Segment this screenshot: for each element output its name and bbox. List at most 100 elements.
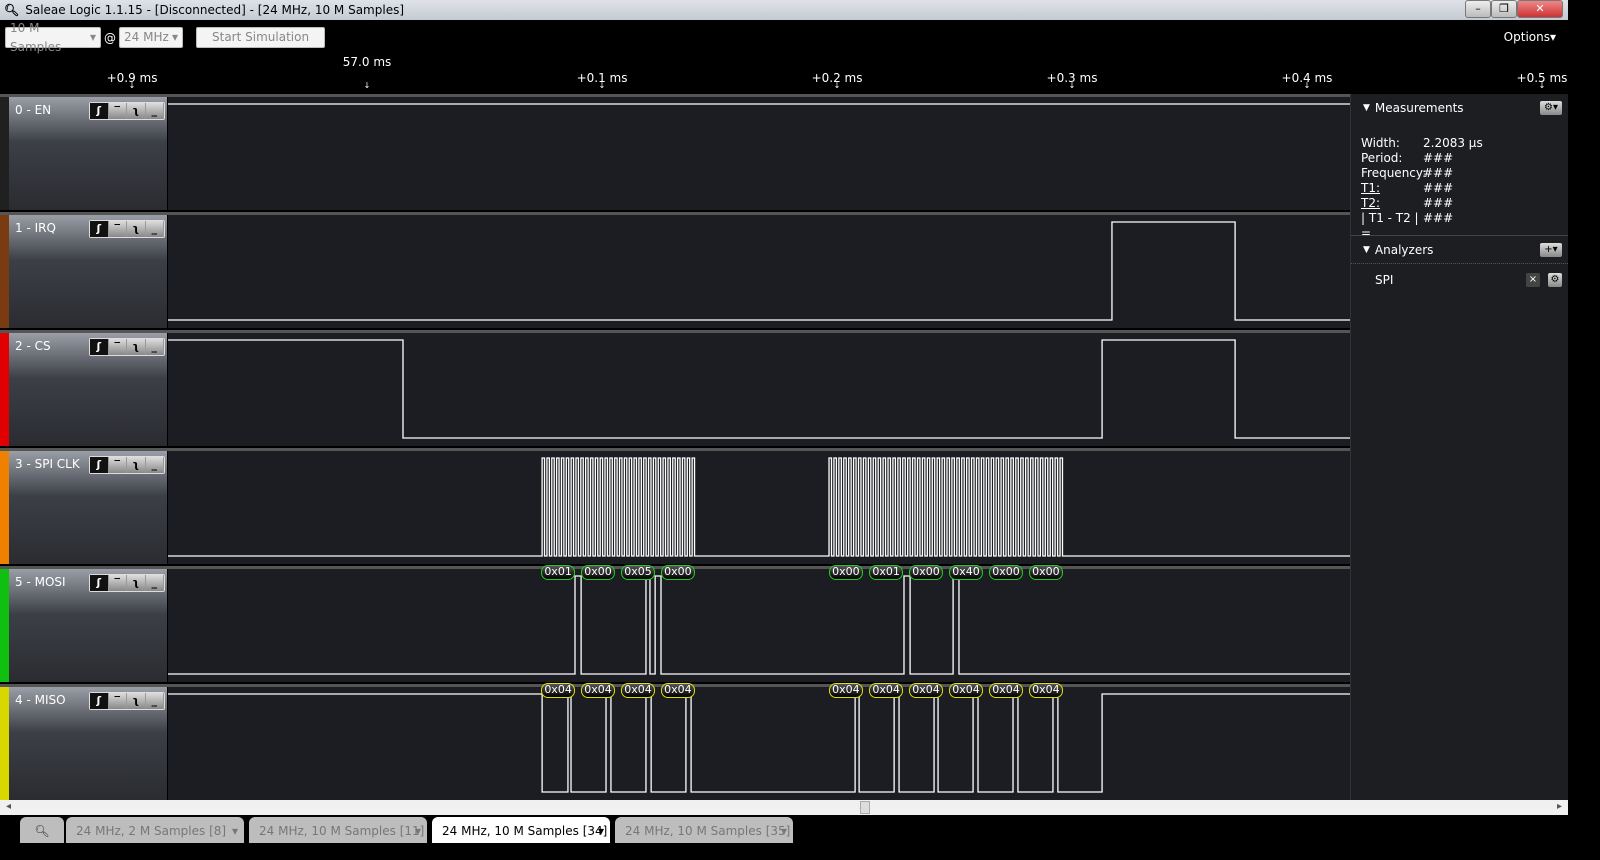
search-tab[interactable]: 🔍︎	[20, 817, 64, 843]
channel-header[interactable]: 0 - EN ʃ ‾ ʅ _	[0, 97, 168, 210]
trigger-low-icon[interactable]: _	[145, 575, 164, 591]
trigger-rising-edge-icon[interactable]: ʃ	[90, 339, 109, 355]
channel-header[interactable]: 5 - MOSI ʃ ‾ ʅ _	[0, 569, 168, 682]
channel-name: 2 - CS	[15, 339, 51, 353]
trigger-rising-edge-icon[interactable]: ʃ	[90, 457, 109, 473]
trigger-low-icon[interactable]: _	[145, 221, 164, 237]
signal-trace	[168, 339, 1350, 439]
capture-tab[interactable]: 24 MHz, 10 M Samples [35] ▾	[615, 817, 793, 843]
channel-header[interactable]: 4 - MISO ʃ ‾ ʅ _	[0, 687, 168, 800]
trigger-falling-edge-icon[interactable]: ʅ	[127, 457, 146, 473]
chevron-down-icon[interactable]: ▾	[781, 824, 787, 838]
analyzers-header[interactable]: ▼ Analyzers +▾	[1351, 236, 1568, 264]
trigger-falling-edge-icon[interactable]: ʅ	[127, 221, 146, 237]
trigger-high-icon[interactable]: ‾	[108, 457, 127, 473]
decoded-byte-bubble[interactable]: 0x04	[988, 683, 1023, 698]
waveform[interactable]	[168, 451, 1350, 564]
trigger-high-icon[interactable]: ‾	[108, 221, 127, 237]
add-analyzer-icon[interactable]: +▾	[1540, 242, 1562, 257]
trigger-low-icon[interactable]: _	[145, 103, 164, 119]
channel-header[interactable]: 3 - SPI CLK ʃ ‾ ʅ _	[0, 451, 168, 564]
decoded-byte-bubble[interactable]: 0x00	[828, 565, 863, 580]
horizontal-scrollbar[interactable]: ◂ ▸	[0, 800, 1568, 815]
decoded-byte-bubble[interactable]: 0x05	[620, 565, 655, 580]
decoded-byte-bubble[interactable]: 0x01	[869, 565, 904, 580]
trigger-rising-edge-icon[interactable]: ʃ	[90, 575, 109, 591]
trigger-high-icon[interactable]: ‾	[108, 693, 127, 709]
scroll-right-icon[interactable]: ▸	[1557, 801, 1562, 812]
measurement-row: Period: ###	[1351, 151, 1568, 166]
waveform[interactable]	[168, 569, 1350, 682]
decoded-byte-bubble[interactable]: 0x04	[581, 683, 616, 698]
trigger-falling-edge-icon[interactable]: ʅ	[127, 103, 146, 119]
decoded-byte-bubble[interactable]: 0x00	[988, 565, 1023, 580]
decoded-byte-bubble[interactable]: 0x00	[1028, 565, 1063, 580]
channel-name: 5 - MOSI	[15, 575, 66, 589]
decoded-byte-bubble[interactable]: 0x04	[869, 683, 904, 698]
chevron-down-icon[interactable]: ▾	[598, 824, 604, 838]
cursor-time-label: 57.0 ms	[342, 55, 392, 69]
trigger-low-icon[interactable]: _	[145, 339, 164, 355]
decoded-byte-bubble[interactable]: 0x40	[949, 565, 984, 580]
channel-header[interactable]: 1 - IRQ ʃ ‾ ʅ _	[0, 215, 168, 328]
collapse-triangle-icon: ▼	[1363, 103, 1370, 113]
capture-tabs: 🔍︎ 24 MHz, 2 M Samples [8] ▾ 24 MHz, 10 M …	[0, 815, 1568, 843]
measurement-value: ###	[1423, 166, 1454, 180]
measurement-label[interactable]: T1:	[1361, 181, 1423, 196]
decoded-byte-bubble[interactable]: 0x04	[949, 683, 984, 698]
close-button[interactable]: ✕	[1517, 0, 1563, 18]
trigger-falling-edge-icon[interactable]: ʅ	[127, 693, 146, 709]
decoded-byte-bubble[interactable]: 0x00	[581, 565, 616, 580]
analyzer-item[interactable]: SPI × ⚙	[1351, 266, 1568, 294]
trigger-low-icon[interactable]: _	[145, 457, 164, 473]
waveform[interactable]	[168, 97, 1350, 210]
decoded-byte-bubble[interactable]: 0x00	[909, 565, 944, 580]
trigger-high-icon[interactable]: ‾	[108, 339, 127, 355]
trigger-high-icon[interactable]: ‾	[108, 575, 127, 591]
chevron-down-icon[interactable]: ▾	[232, 824, 238, 838]
measurement-value: ###	[1423, 196, 1454, 210]
trigger-rising-edge-icon[interactable]: ʃ	[90, 693, 109, 709]
channel-row: 2 - CS ʃ ‾ ʅ _	[0, 330, 1350, 446]
trigger-rising-edge-icon[interactable]: ʃ	[90, 103, 109, 119]
samples-select[interactable]: 10 M Samples ▾	[5, 21, 101, 54]
measurement-label: Period:	[1361, 151, 1403, 165]
channel-row: 5 - MOSI ʃ ‾ ʅ _ 0x01 0x00 0x05 0x00 0x00 0x01 0x0…	[0, 565, 1350, 682]
waveform[interactable]	[168, 687, 1350, 800]
waveform[interactable]	[168, 333, 1350, 446]
decoded-byte-bubble[interactable]: 0x04	[909, 683, 944, 698]
waveform[interactable]	[168, 215, 1350, 328]
measurement-row: Frequency: ###	[1351, 166, 1568, 181]
scroll-left-icon[interactable]: ◂	[6, 801, 11, 812]
capture-tab[interactable]: 24 MHz, 2 M Samples [8] ▾	[66, 817, 244, 843]
gear-icon[interactable]: ⚙▾	[1540, 101, 1562, 115]
trigger-falling-edge-icon[interactable]: ʅ	[127, 575, 146, 591]
capture-tab[interactable]: 24 MHz, 10 M Samples [11] ▾	[249, 817, 427, 843]
measurements-header[interactable]: ▼ Measurements ⚙▾	[1351, 94, 1568, 122]
rate-select[interactable]: 24 MHz ▾	[119, 27, 183, 48]
trigger-rising-edge-icon[interactable]: ʃ	[90, 221, 109, 237]
capture-tab[interactable]: 24 MHz, 10 M Samples [34] ▾	[432, 817, 610, 843]
trigger-high-icon[interactable]: ‾	[108, 103, 127, 119]
scroll-thumb[interactable]	[860, 801, 870, 814]
decoded-byte-bubble[interactable]: 0x00	[660, 565, 695, 580]
gear-icon[interactable]: ⚙	[1548, 273, 1562, 287]
minimize-button[interactable]: –	[1465, 0, 1491, 18]
tick-arrow-icon: ↓	[1068, 81, 1076, 90]
start-simulation-button[interactable]: Start Simulation	[196, 27, 326, 48]
decoded-byte-bubble[interactable]: 0x04	[620, 683, 655, 698]
maximize-button[interactable]: ❐	[1491, 0, 1517, 18]
chevron-down-icon[interactable]: ▾	[415, 824, 421, 838]
channel-header[interactable]: 2 - CS ʃ ‾ ʅ _	[0, 333, 168, 446]
options-menu[interactable]: Options▾	[1504, 30, 1556, 44]
decoded-byte-bubble[interactable]: 0x04	[828, 683, 863, 698]
measurement-label: Frequency:	[1361, 166, 1427, 180]
remove-analyzer-icon[interactable]: ×	[1526, 273, 1540, 287]
trigger-low-icon[interactable]: _	[145, 693, 164, 709]
decoded-byte-bubble[interactable]: 0x01	[541, 565, 576, 580]
measurement-label[interactable]: T2:	[1361, 196, 1423, 211]
decoded-byte-bubble[interactable]: 0x04	[660, 683, 695, 698]
decoded-byte-bubble[interactable]: 0x04	[541, 683, 576, 698]
decoded-byte-bubble[interactable]: 0x04	[1028, 683, 1063, 698]
trigger-falling-edge-icon[interactable]: ʅ	[127, 339, 146, 355]
